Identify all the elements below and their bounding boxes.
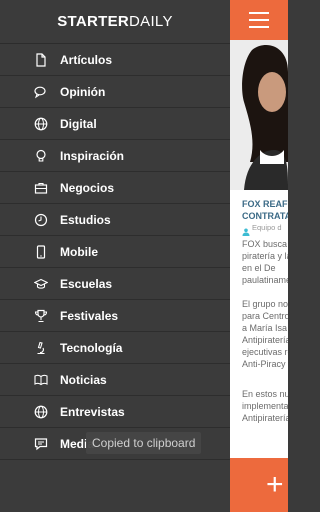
speech-bubbles-icon xyxy=(34,85,48,99)
menu-item-tecnologia[interactable]: Tecnología xyxy=(0,332,230,364)
drawer-menu: Artículos Opinión Digital Inspiración Ne… xyxy=(0,44,230,460)
article-author: Equipo d xyxy=(252,223,282,232)
menu-item-opinion[interactable]: Opinión xyxy=(0,76,230,108)
menu-item-label: Digital xyxy=(60,116,97,131)
menu-item-label: Tecnología xyxy=(60,340,123,355)
hamburger-menu-icon[interactable] xyxy=(249,12,269,28)
phone-icon xyxy=(34,244,48,259)
clock-icon xyxy=(34,213,48,227)
menu-item-inspiracion[interactable]: Inspiración xyxy=(0,140,230,172)
document-icon xyxy=(34,52,48,67)
menu-item-festivales[interactable]: Festivales xyxy=(0,300,230,332)
article-content: FOX REAFIR CONTRATAC Equipo d FOX busca … xyxy=(230,0,288,512)
menu-item-label: Mobile xyxy=(60,244,98,259)
article-paragraph: En estos nu implementac Antipiratería xyxy=(242,389,288,423)
globe-icon xyxy=(34,405,48,419)
menu-item-mobile[interactable]: Mobile xyxy=(0,236,230,268)
user-icon xyxy=(242,223,250,236)
menu-item-label: Noticias xyxy=(60,372,107,387)
lightbulb-icon xyxy=(34,149,48,163)
menu-item-articulos[interactable]: Artículos xyxy=(0,44,230,76)
menu-item-label: Entrevistas xyxy=(60,404,125,419)
drawer-header: STARTERDAILY xyxy=(0,0,230,44)
menu-item-label: Artículos xyxy=(60,52,113,67)
article-photo xyxy=(230,40,288,190)
menu-item-entrevistas[interactable]: Entrevistas xyxy=(0,396,230,428)
trophy-icon xyxy=(34,309,48,323)
menu-item-estudios[interactable]: Estudios xyxy=(0,204,230,236)
menu-item-label: Festivales xyxy=(60,308,119,323)
graduation-cap-icon xyxy=(34,277,48,291)
article-paragraph: El grupo no para Centro a María Isa Anti… xyxy=(242,299,288,369)
menu-item-label: Opinión xyxy=(60,84,106,99)
chat-icon xyxy=(34,437,48,451)
article-headline[interactable]: FOX REAFIR CONTRATAC xyxy=(242,198,288,222)
globe-icon xyxy=(34,117,48,131)
briefcase-icon xyxy=(34,181,48,195)
menu-item-label: Escuelas xyxy=(60,276,113,291)
menu-item-negocios[interactable]: Negocios xyxy=(0,172,230,204)
add-button[interactable]: + xyxy=(230,458,288,512)
menu-item-digital[interactable]: Digital xyxy=(0,108,230,140)
clipboard-toast: Copied to clipboard xyxy=(86,432,202,454)
microscope-icon xyxy=(34,341,48,355)
menu-item-escuelas[interactable]: Escuelas xyxy=(0,268,230,300)
app-logo: STARTERDAILY xyxy=(57,13,173,30)
plus-icon: + xyxy=(266,468,284,501)
book-icon xyxy=(34,373,48,387)
menu-item-label: Estudios xyxy=(60,212,111,227)
app-toolbar xyxy=(230,0,288,40)
article-paragraph: FOX busca r piratería y la en el De paul… xyxy=(242,239,288,285)
menu-item-label: Negocios xyxy=(60,180,115,195)
menu-item-noticias[interactable]: Noticias xyxy=(0,364,230,396)
menu-item-label: Inspiración xyxy=(60,148,125,163)
